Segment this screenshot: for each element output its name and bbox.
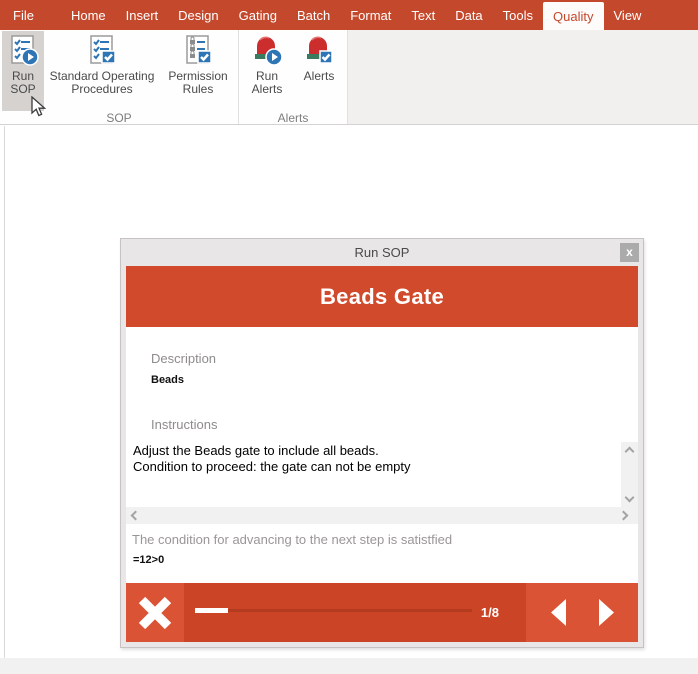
tab-design[interactable]: Design: [168, 0, 228, 30]
ribbon: Run SOP: [0, 30, 698, 125]
sop-step-header: Beads Gate: [126, 266, 638, 327]
run-sop-label: Run SOP: [5, 70, 41, 96]
permission-rules-label: Permission Rules: [163, 70, 233, 96]
previous-step-button[interactable]: [551, 599, 567, 626]
stop-x-icon: [137, 595, 173, 631]
stop-sop-button[interactable]: [126, 583, 184, 642]
sop-wizard-bar: 1/8: [126, 583, 638, 642]
next-arrow-icon: [598, 599, 614, 626]
sop-step-title: Beads Gate: [320, 284, 444, 310]
tab-batch[interactable]: Batch: [287, 0, 340, 30]
standard-operating-procedures-button[interactable]: Standard Operating Procedures: [44, 31, 160, 111]
standard-operating-procedures-label: Standard Operating Procedures: [47, 70, 157, 96]
alerts-label: Alerts: [304, 70, 335, 83]
alerts-button[interactable]: Alerts: [293, 31, 345, 111]
scroll-down-icon[interactable]: [625, 495, 633, 503]
dialog-title: Run SOP: [121, 239, 643, 266]
canvas-bottom-strip: [0, 658, 698, 674]
sop-nav-panel: [526, 583, 638, 642]
locks-check-icon: [182, 34, 214, 66]
run-sop-dialog: Run SOP x Beads Gate Description Beads I…: [120, 238, 644, 648]
beacon-play-icon: [251, 34, 283, 66]
beacon-check-icon: [303, 34, 335, 66]
tab-tools[interactable]: Tools: [493, 0, 543, 30]
scroll-right-icon[interactable]: [621, 511, 629, 519]
sop-progress-panel: 1/8: [184, 583, 526, 642]
checklist-play-icon: [7, 34, 39, 66]
instructions-line: Condition to proceed: the gate can not b…: [133, 459, 617, 475]
instructions-text: Adjust the Beads gate to include all bea…: [126, 440, 621, 507]
tab-gating[interactable]: Gating: [229, 0, 287, 30]
vertical-scrollbar[interactable]: [621, 442, 638, 508]
description-label: Description: [151, 351, 216, 366]
sop-step-body: Description Beads Instructions Adjust th…: [126, 327, 638, 583]
previous-arrow-icon: [551, 599, 567, 626]
tab-quality[interactable]: Quality: [543, 2, 603, 30]
checklist-check-icon: [86, 34, 118, 66]
tab-file[interactable]: File: [0, 0, 47, 30]
canvas-left-border: [4, 126, 5, 658]
page-indicator: 1/8: [481, 583, 499, 642]
tab-view[interactable]: View: [604, 0, 652, 30]
dialog-content: Beads Gate Description Beads Instruction…: [126, 266, 638, 642]
next-step-button[interactable]: [598, 599, 614, 626]
tab-format[interactable]: Format: [340, 0, 401, 30]
ribbon-tab-bar: File Home Insert Design Gating Batch For…: [0, 0, 698, 30]
scroll-up-icon[interactable]: [625, 447, 633, 455]
instructions-line: Adjust the Beads gate to include all bea…: [133, 443, 617, 459]
instructions-box: Adjust the Beads gate to include all bea…: [126, 440, 638, 524]
tab-home[interactable]: Home: [61, 0, 116, 30]
permission-rules-button[interactable]: Permission Rules: [160, 31, 236, 111]
instructions-label: Instructions: [151, 417, 217, 432]
tab-data[interactable]: Data: [445, 0, 492, 30]
close-icon[interactable]: x: [620, 243, 639, 262]
condition-status-text: The condition for advancing to the next …: [132, 532, 452, 547]
horizontal-scrollbar[interactable]: [126, 507, 638, 524]
progress-completed-segment: [195, 608, 228, 613]
tab-text[interactable]: Text: [401, 0, 445, 30]
dialog-title-bar[interactable]: Run SOP x: [121, 239, 643, 266]
tab-insert[interactable]: Insert: [116, 0, 169, 30]
group-label-alerts: Alerts: [241, 111, 345, 125]
run-alerts-button[interactable]: Run Alerts: [241, 31, 293, 111]
scroll-left-icon[interactable]: [131, 511, 139, 519]
ribbon-group-alerts: Run Alerts Alerts Alerts: [239, 30, 348, 124]
description-value: Beads: [151, 374, 184, 386]
progress-track: [228, 609, 472, 612]
condition-expression: =12>0: [133, 554, 164, 566]
mouse-cursor-icon: [31, 96, 46, 118]
run-alerts-label: Run Alerts: [244, 70, 290, 96]
